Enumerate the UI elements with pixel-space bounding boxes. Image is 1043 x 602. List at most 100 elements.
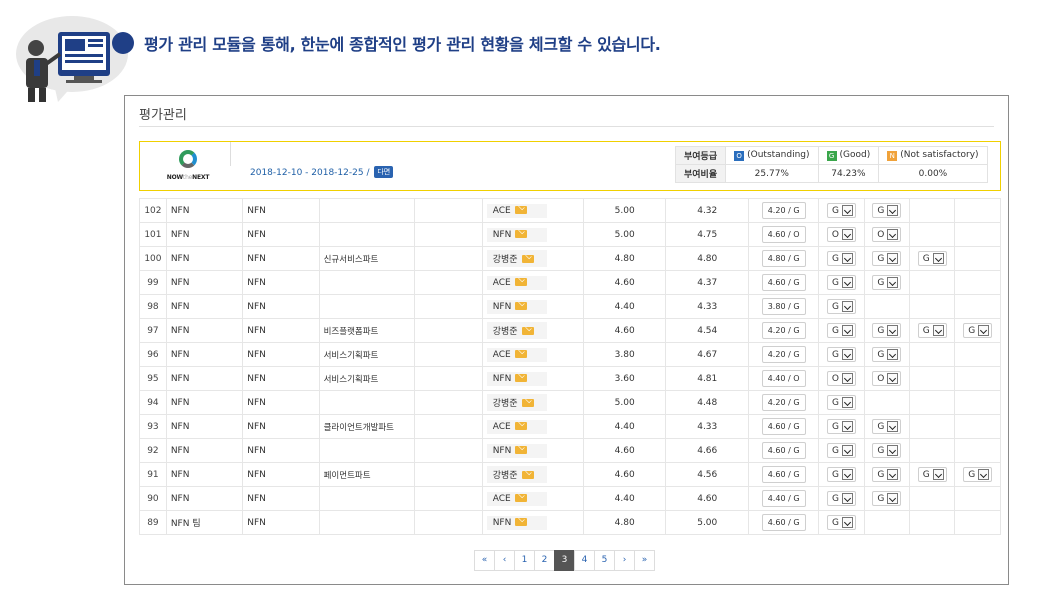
evaluator-link[interactable]: NFN [486,443,547,458]
evaluator-link[interactable]: 강병준 [486,466,547,483]
result-badge[interactable]: 4.40 / O [761,370,806,387]
page-first-button[interactable]: « [474,550,495,571]
grade-select[interactable]: G [826,515,856,530]
grade-select[interactable]: G [872,443,902,458]
table-row[interactable]: 91 NFN NFN 페이먼트파트 강병준 4.60 4.56 4.60 / GGGGG [139,462,1001,487]
mail-icon[interactable] [515,517,528,526]
table-row[interactable]: 102 NFN NFN ACE 5.00 4.32 4.20 / GGG [139,198,1001,223]
chevron-down-icon[interactable] [841,469,853,480]
grade-select[interactable]: G [826,491,856,506]
chevron-down-icon[interactable] [887,229,899,240]
grade-select[interactable]: G [872,275,902,290]
table-row[interactable]: 89 NFN 팀 NFN NFN 4.80 5.00 4.60 / GG [139,510,1001,535]
grade-select[interactable]: G [826,443,856,458]
grade-select[interactable]: G [826,347,856,362]
mail-icon[interactable] [514,205,527,214]
table-row[interactable]: 98 NFN NFN NFN 4.40 4.33 3.80 / GG [139,294,1001,319]
chevron-down-icon[interactable] [932,325,944,336]
mail-icon[interactable] [514,277,527,286]
grade-select[interactable]: G [826,419,856,434]
page-last-button[interactable]: » [634,550,655,571]
grade-select[interactable]: O [826,371,856,386]
grade-select[interactable]: G [872,467,902,482]
result-badge[interactable]: 3.80 / G [761,298,806,315]
evaluator-link[interactable]: 강병준 [486,394,547,411]
chevron-down-icon[interactable] [841,349,853,360]
chevron-down-icon[interactable] [887,445,899,456]
chevron-down-icon[interactable] [841,445,853,456]
chevron-down-icon[interactable] [887,373,899,384]
evaluator-link[interactable]: NFN [486,371,547,386]
evaluator-link[interactable]: ACE [486,491,547,506]
result-badge[interactable]: 4.60 / O [761,226,806,243]
grade-select[interactable]: G [826,251,856,266]
grade-select[interactable]: G [872,347,902,362]
grade-select[interactable]: G [826,467,856,482]
table-row[interactable]: 95 NFN NFN 서비스기획파트 NFN 3.60 4.81 4.40 / OOO [139,366,1001,391]
mail-icon[interactable] [515,445,528,454]
chevron-down-icon[interactable] [841,301,853,312]
chevron-down-icon[interactable] [841,205,853,216]
chevron-down-icon[interactable] [887,253,899,264]
table-row[interactable]: 101 NFN NFN NFN 5.00 4.75 4.60 / OOO [139,222,1001,247]
page-prev-button[interactable]: ‹ [494,550,515,571]
grade-select[interactable]: G [872,203,902,218]
result-badge[interactable]: 4.60 / G [761,466,806,483]
grade-select[interactable]: G [917,251,947,266]
grade-select[interactable]: G [826,323,856,338]
grade-select[interactable]: O [872,227,902,242]
chevron-down-icon[interactable] [887,205,899,216]
evaluation-table-scroll[interactable]: 102 NFN NFN ACE 5.00 4.32 4.20 / G G G 101 NFN NFN N… [139,198,1001,538]
chevron-down-icon[interactable] [932,469,944,480]
evaluator-link[interactable]: 강병준 [486,250,547,267]
grade-select[interactable]: G [872,323,902,338]
chevron-down-icon[interactable] [841,397,853,408]
result-badge[interactable]: 4.60 / G [761,442,806,459]
chevron-down-icon[interactable] [841,325,853,336]
chevron-down-icon[interactable] [841,229,853,240]
mail-icon[interactable] [514,421,527,430]
chevron-down-icon[interactable] [841,253,853,264]
chevron-down-icon[interactable] [978,325,990,336]
result-badge[interactable]: 4.40 / G [761,490,806,507]
result-badge[interactable]: 4.60 / G [761,514,806,531]
table-row[interactable]: 93 NFN NFN 클라이언트개발파트 ACE 4.40 4.33 4.60 / GGG [139,414,1001,439]
grade-select[interactable]: G [826,203,856,218]
grade-select[interactable]: G [917,323,947,338]
mail-icon[interactable] [521,255,534,263]
mail-icon[interactable] [514,349,527,358]
mail-icon[interactable] [521,327,534,335]
grade-select[interactable]: G [826,299,856,314]
chevron-down-icon[interactable] [887,325,899,336]
evaluator-link[interactable]: ACE [486,275,547,290]
page-2-button[interactable]: 2 [534,550,555,571]
mail-icon[interactable] [515,373,528,382]
chevron-down-icon[interactable] [841,277,853,288]
chevron-down-icon[interactable] [887,349,899,360]
evaluator-link[interactable]: NFN [486,299,547,314]
mail-icon[interactable] [521,471,534,479]
table-row[interactable]: 90 NFN NFN ACE 4.40 4.60 4.40 / GGG [139,486,1001,511]
page-3-button[interactable]: 3 [554,550,575,571]
chevron-down-icon[interactable] [841,493,853,504]
result-badge[interactable]: 4.20 / G [761,394,806,411]
evaluator-link[interactable]: NFN [486,515,547,530]
page-5-button[interactable]: 5 [594,550,615,571]
chevron-down-icon[interactable] [841,517,853,528]
grade-select[interactable]: G [963,467,993,482]
result-badge[interactable]: 4.20 / G [761,346,806,363]
grade-select[interactable]: G [963,323,993,338]
chevron-down-icon[interactable] [841,373,853,384]
table-row[interactable]: 96 NFN NFN 서비스기획파트 ACE 3.80 4.67 4.20 / GGG [139,342,1001,367]
chevron-down-icon[interactable] [887,421,899,432]
evaluator-link[interactable]: NFN [486,227,547,242]
chevron-down-icon[interactable] [887,277,899,288]
mail-icon[interactable] [515,301,528,310]
table-row[interactable]: 99 NFN NFN ACE 4.60 4.37 4.60 / GGG [139,270,1001,295]
result-badge[interactable]: 4.20 / G [761,322,806,339]
mail-icon[interactable] [521,399,534,407]
evaluator-link[interactable]: 강병준 [486,322,547,339]
table-row[interactable]: 100 NFN NFN 신규서비스파트 강병준 4.80 4.80 4.80 / GGGG [139,246,1001,271]
result-badge[interactable]: 4.20 / G [761,202,806,219]
result-badge[interactable]: 4.60 / G [761,418,806,435]
